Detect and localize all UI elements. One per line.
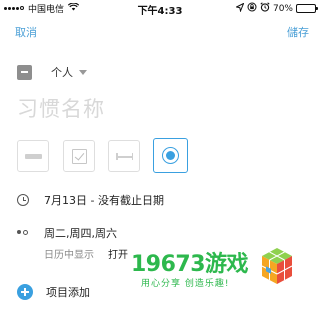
range-icon [116,153,133,159]
habit-type-range-button[interactable] [108,140,140,172]
battery-icon [296,4,318,13]
category-color-swatch [17,64,32,80]
lock-rotation-icon [247,2,257,15]
habit-type-bar-button[interactable] [17,140,49,172]
bar-icon [25,154,42,159]
clock-icon [17,194,29,206]
repeat-days-row[interactable]: 周二,周四,周六 [17,225,117,241]
date-text: 7月13日 - 没有截止日期 [44,194,164,207]
category-label: 个人 [51,66,73,79]
radio-icon [162,147,179,164]
watermark-subtitle: 用心分享 创造乐趣! [141,279,230,289]
calendar-display-value: 打开 [108,250,128,261]
cancel-button[interactable]: 取消 [15,24,37,40]
watermark-cube-logo [261,248,293,284]
plus-icon [17,284,33,300]
alarm-icon [260,2,270,15]
add-item-label: 项目添加 [46,286,90,299]
add-item-row[interactable]: 项目添加 [17,284,90,300]
battery-percent: 70% [272,3,293,14]
save-button[interactable]: 儲存 [287,24,309,40]
status-right: 70% [234,1,318,15]
date-row[interactable]: 7月13日 - 没有截止日期 [17,192,164,208]
repeat-days-text: 周二,周四,周六 [44,227,117,240]
watermark: 19673游戏 用心分享 创造乐趣! [127,246,320,311]
habit-type-radio-button[interactable] [153,138,188,173]
watermark-title: 19673游戏 [131,252,249,277]
habit-type-checkbox-button[interactable] [63,140,95,172]
chevron-down-icon [79,69,87,75]
calendar-display-label: 日历中显示 [44,250,94,261]
habit-name-input[interactable]: 习惯名称 [17,93,105,123]
status-bar: 中国电信 下午4:33 70% [0,0,320,17]
category-selector[interactable]: 个人 [17,64,87,80]
calendar-display-row[interactable]: 日历中显示 打开 [44,246,128,261]
checkbox-icon [72,149,87,164]
repeat-dots-icon [17,227,29,239]
location-icon [234,1,245,15]
